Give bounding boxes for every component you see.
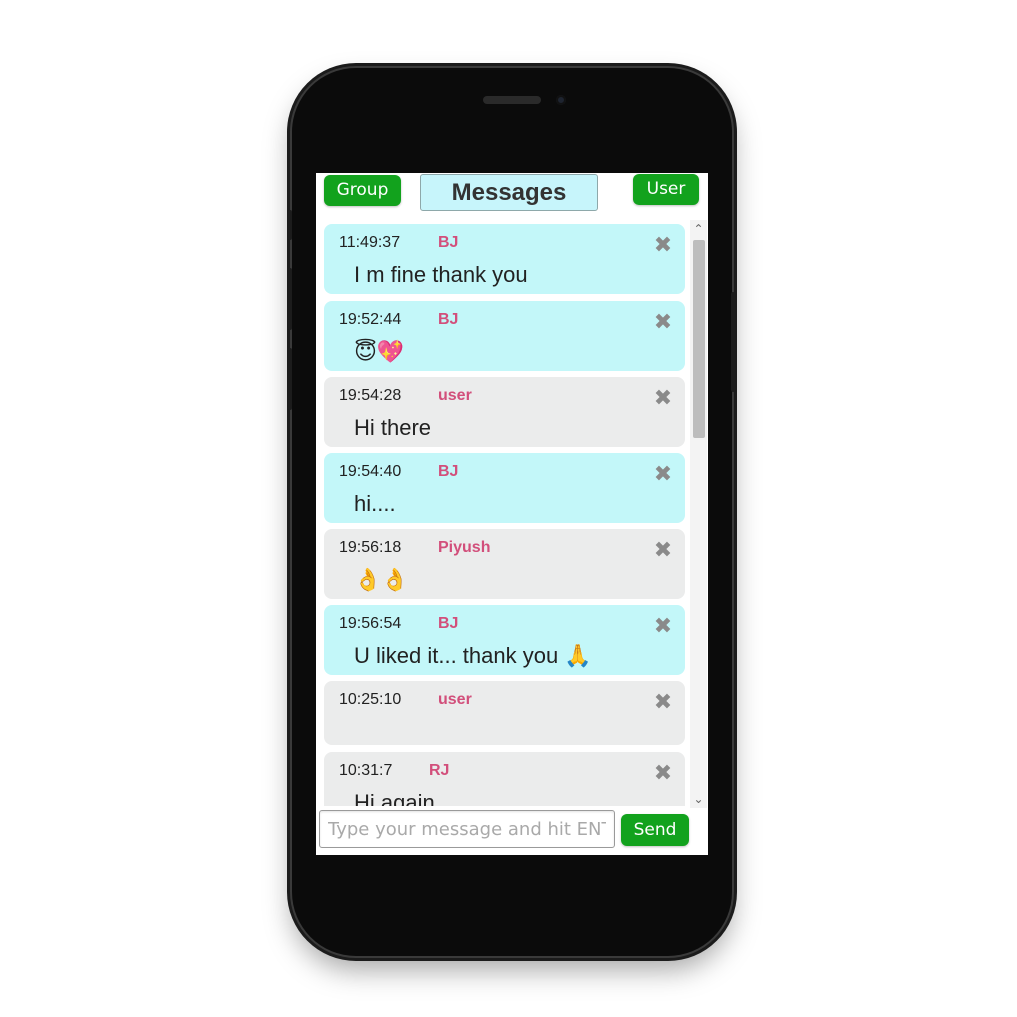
scrollbar-thumb[interactable]	[693, 240, 705, 438]
delete-message-icon[interactable]: ✖	[653, 760, 673, 786]
scroll-down-arrow-icon[interactable]: ⌄	[690, 792, 707, 806]
delete-message-icon[interactable]: ✖	[653, 309, 673, 335]
message-text: Hi there	[354, 415, 432, 440]
message-time: 11:49:37	[339, 234, 401, 251]
message-author: BJ	[438, 463, 459, 480]
message-author: user	[438, 387, 472, 404]
message-item: 19:56:54 BJ U liked it... thank you 🙏 ✖	[324, 605, 685, 675]
send-button[interactable]: Send	[621, 814, 689, 846]
delete-message-icon[interactable]: ✖	[653, 461, 673, 487]
message-item: 19:52:44 BJ 😇💖 ✖	[324, 301, 685, 371]
message-author: user	[438, 691, 472, 708]
message-time: 10:25:10	[339, 691, 402, 708]
message-list[interactable]: 11:49:37 BJ I m fine thank you ✖ 19:52:4…	[324, 224, 685, 806]
message-time: 19:54:40	[339, 463, 402, 480]
message-text: Hi again	[354, 790, 435, 806]
phone-mute-switch	[288, 210, 292, 240]
delete-message-icon[interactable]: ✖	[653, 232, 673, 258]
phone-volume-up	[288, 268, 292, 330]
user-button[interactable]: User	[633, 174, 699, 205]
message-author: RJ	[429, 762, 450, 779]
delete-message-icon[interactable]: ✖	[653, 689, 673, 715]
message-text: hi....	[354, 491, 396, 516]
message-time: 19:56:18	[339, 539, 402, 556]
message-input[interactable]	[319, 810, 615, 848]
phone-camera	[556, 95, 566, 105]
delete-message-icon[interactable]: ✖	[653, 537, 673, 563]
phone-power-button	[731, 292, 735, 392]
message-author: BJ	[438, 234, 459, 251]
message-scrollbar[interactable]: ⌃ ⌄	[690, 220, 707, 808]
message-time: 10:31:7	[339, 762, 393, 779]
message-item: 11:49:37 BJ I m fine thank you ✖	[324, 224, 685, 294]
delete-message-icon[interactable]: ✖	[653, 613, 673, 639]
message-author: Piyush	[438, 539, 491, 556]
message-item: 19:54:28 user Hi there ✖	[324, 377, 685, 447]
message-time: 19:56:54	[339, 615, 402, 632]
message-item: 19:54:40 BJ hi.... ✖	[324, 453, 685, 523]
delete-message-icon[interactable]: ✖	[653, 385, 673, 411]
phone-speaker	[483, 96, 541, 104]
message-time: 19:52:44	[339, 311, 402, 328]
message-author: BJ	[438, 311, 459, 328]
message-text: 👌👌	[354, 567, 409, 592]
group-button[interactable]: Group	[324, 175, 401, 206]
message-author: BJ	[438, 615, 459, 632]
message-text: 😇💖	[354, 339, 405, 364]
message-item: 10:31:7 RJ Hi again ✖	[324, 752, 685, 806]
page-title: Messages	[420, 174, 598, 211]
message-text: U liked it... thank you 🙏	[354, 643, 592, 668]
message-item: 19:56:18 Piyush 👌👌 ✖	[324, 529, 685, 599]
phone-volume-down	[288, 348, 292, 410]
message-item: 10:25:10 user ✖	[324, 681, 685, 745]
message-text: I m fine thank you	[354, 262, 528, 287]
chat-screen: Group Messages User 11:49:37 BJ I m fine…	[316, 173, 708, 855]
message-time: 19:54:28	[339, 387, 402, 404]
scroll-up-arrow-icon[interactable]: ⌃	[690, 222, 707, 236]
